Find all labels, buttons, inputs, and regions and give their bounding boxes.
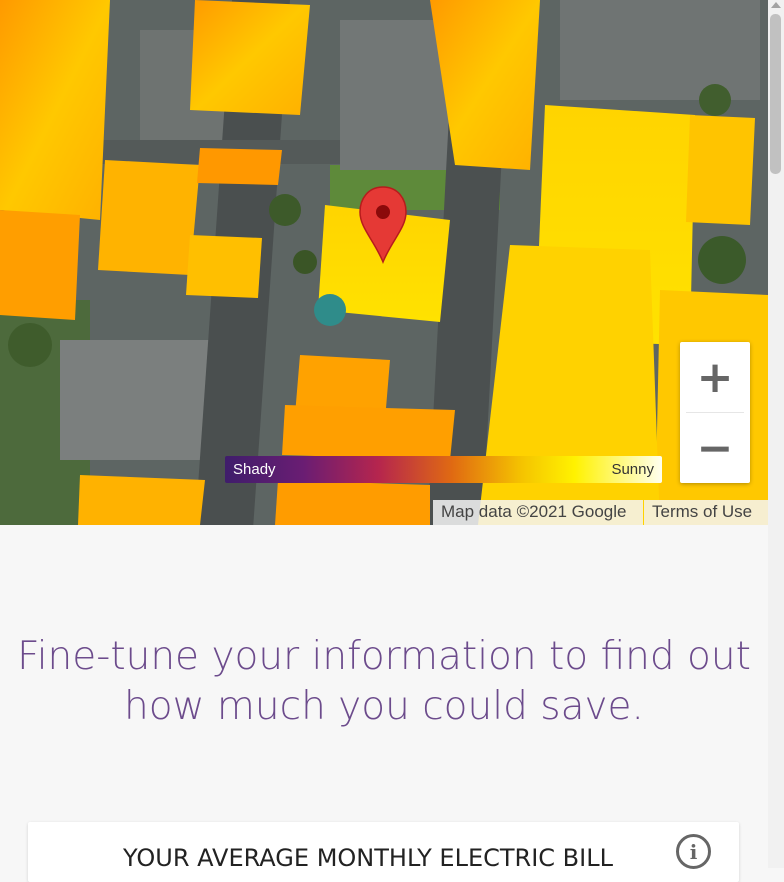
zoom-controls: + − [680, 342, 750, 483]
terms-of-use-link[interactable]: Terms of Use [644, 500, 768, 525]
solar-map[interactable]: Shady Sunny + − Map data ©2021 Google Te… [0, 0, 768, 525]
page-headline: Fine-tune your information to find out h… [0, 632, 768, 732]
zoom-in-button[interactable]: + [680, 342, 750, 412]
roof-heatmap [0, 0, 110, 220]
scroll-up-arrow-icon[interactable] [771, 2, 781, 8]
headline-line-2: how much you could save. [124, 684, 644, 729]
shade-legend: Shady Sunny [225, 456, 662, 483]
scrollbar-thumb[interactable] [770, 14, 781, 174]
legend-sunny-label: Sunny [611, 461, 654, 478]
monthly-bill-card: YOUR AVERAGE MONTHLY ELECTRIC BILL i [28, 822, 739, 882]
aerial-imagery [0, 0, 768, 525]
info-icon[interactable]: i [676, 834, 711, 869]
map-data-attribution: Map data ©2021 Google [433, 500, 643, 525]
zoom-out-button[interactable]: − [680, 413, 750, 483]
headline-line-1: Fine-tune your information to find out [17, 634, 751, 679]
legend-shady-label: Shady [233, 461, 276, 478]
